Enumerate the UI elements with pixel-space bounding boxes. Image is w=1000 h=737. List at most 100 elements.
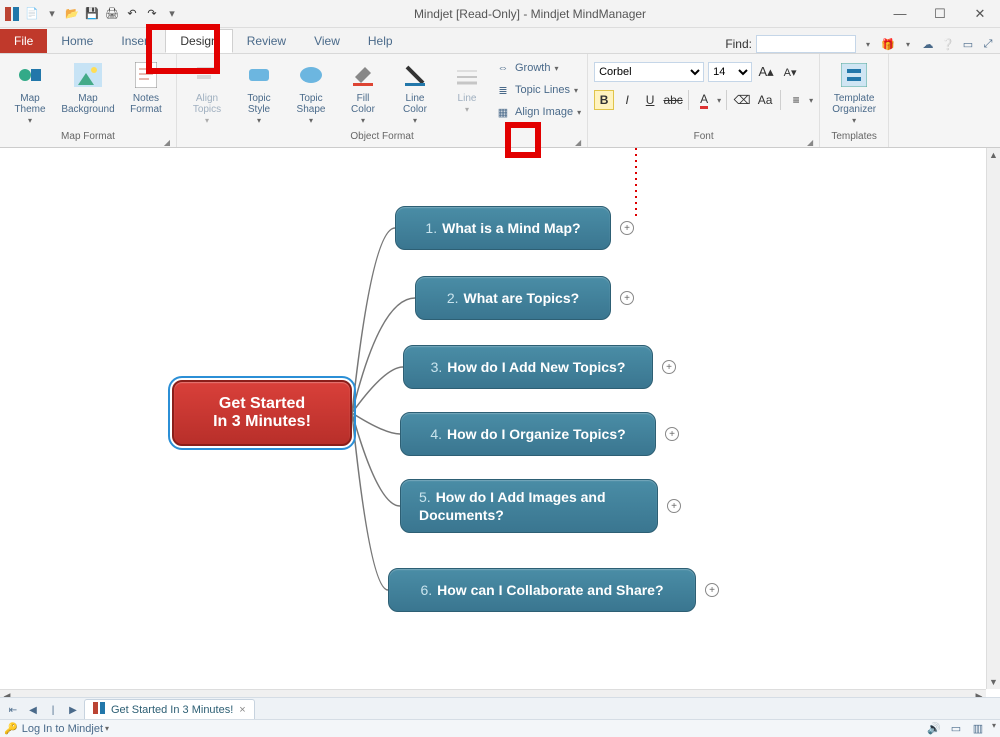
case-button[interactable]: Aa xyxy=(755,90,775,110)
topic-3[interactable]: 3.How do I Add New Topics? xyxy=(403,345,653,389)
topic-style-button[interactable]: TopicStyle▾ xyxy=(235,58,283,126)
tab-help[interactable]: Help xyxy=(354,29,407,53)
notes-format-button[interactable]: NotesFormat xyxy=(122,58,170,115)
align-image-icon: ▦ xyxy=(495,104,511,120)
align-image-button[interactable]: ▦Align Image▾ xyxy=(495,102,581,122)
cloud-icon[interactable]: ☁ xyxy=(920,36,936,52)
tab-design[interactable]: Design xyxy=(165,29,232,53)
line-button[interactable]: Line▾ xyxy=(443,58,491,115)
document-tab[interactable]: Get Started In 3 Minutes! × xyxy=(84,699,255,719)
qat-dropdown-icon[interactable]: ▾ xyxy=(164,6,180,22)
font-launcher[interactable]: ◢ xyxy=(807,138,813,147)
clear-format-button[interactable]: ⌫ xyxy=(732,90,752,110)
minimize-button[interactable]: — xyxy=(880,0,920,28)
align-button[interactable]: ≡ xyxy=(786,90,806,110)
doctab-label: Get Started In 3 Minutes! xyxy=(111,704,233,716)
tab-view[interactable]: View xyxy=(300,29,354,53)
topic-5[interactable]: 5.How do I Add Images and Documents? xyxy=(400,479,658,533)
font-color-dd[interactable]: ▾ xyxy=(717,96,721,105)
grow-font-icon[interactable]: A▴ xyxy=(756,62,776,82)
separator xyxy=(780,90,781,110)
status-book-icon[interactable]: ▥ xyxy=(970,721,986,737)
line-color-button[interactable]: LineColor▾ xyxy=(391,58,439,126)
scroll-up-icon[interactable]: ▲ xyxy=(987,148,1000,162)
tab-nav-first[interactable]: ⇤ xyxy=(4,701,22,719)
maximize-button[interactable]: ☐ xyxy=(920,0,960,28)
scroll-down-icon[interactable]: ▼ xyxy=(987,675,1000,689)
font-name-select[interactable]: Corbel xyxy=(594,62,704,82)
map-background-button[interactable]: MapBackground xyxy=(58,58,118,115)
tab-nav-next[interactable]: ▶ xyxy=(64,701,82,719)
topic-2[interactable]: 2.What are Topics? xyxy=(415,276,611,320)
collapse-ribbon-icon[interactable]: ▭ xyxy=(960,36,976,52)
template-organizer-button[interactable]: TemplateOrganizer▾ xyxy=(826,58,882,126)
italic-button[interactable]: I xyxy=(617,90,637,110)
expand-icon[interactable]: ⤢ xyxy=(980,36,996,52)
underline-button[interactable]: U xyxy=(640,90,660,110)
new-map-icon[interactable]: 📄 xyxy=(24,6,40,22)
topic-6[interactable]: 6.How can I Collaborate and Share? xyxy=(388,568,696,612)
object-format-launcher[interactable]: ◢ xyxy=(575,138,581,147)
tab-insert[interactable]: Insert xyxy=(107,29,165,53)
close-tab-icon[interactable]: × xyxy=(239,704,245,716)
tab-review[interactable]: Review xyxy=(233,29,300,53)
expander-6[interactable]: + xyxy=(705,583,719,597)
find-dropdown-icon[interactable]: ▾ xyxy=(860,36,876,52)
group-map-format: MapTheme▾ MapBackground NotesFormat Map … xyxy=(0,54,177,147)
status-sound-icon[interactable]: 🔊 xyxy=(926,721,942,737)
gift-dd[interactable]: ▾ xyxy=(900,36,916,52)
topic-shape-button[interactable]: TopicShape▾ xyxy=(287,58,335,126)
ribbon: MapTheme▾ MapBackground NotesFormat Map … xyxy=(0,54,1000,148)
fill-color-button[interactable]: FillColor▾ xyxy=(339,58,387,126)
print-icon[interactable]: 🖨 xyxy=(104,6,120,22)
new-dropdown-icon[interactable]: ▾ xyxy=(44,6,60,22)
map-theme-button[interactable]: MapTheme▾ xyxy=(6,58,54,126)
topic-1[interactable]: 1.What is a Mind Map? xyxy=(395,206,611,250)
save-icon[interactable]: 💾 xyxy=(84,6,100,22)
quick-access-toolbar: 📄 ▾ 📂 💾 🖨 ↶ ↷ ▾ xyxy=(0,6,180,22)
central-line2: In 3 Minutes! xyxy=(213,413,311,431)
status-layout-icon[interactable]: ▭ xyxy=(948,721,964,737)
tab-home[interactable]: Home xyxy=(47,29,107,53)
central-topic[interactable]: Get Started In 3 Minutes! xyxy=(172,380,352,446)
find-input[interactable] xyxy=(756,35,856,53)
align-topics-button[interactable]: AlignTopics▾ xyxy=(183,58,231,126)
expander-4[interactable]: + xyxy=(665,427,679,441)
undo-icon[interactable]: ↶ xyxy=(124,6,140,22)
help-icon[interactable]: ❔ xyxy=(940,36,956,52)
close-button[interactable]: ✕ xyxy=(960,0,1000,28)
topic-4[interactable]: 4.How do I Organize Topics? xyxy=(400,412,656,456)
tab-nav-prev[interactable]: ◀ xyxy=(24,701,42,719)
font-size-select[interactable]: 14 xyxy=(708,62,752,82)
font-color-button[interactable]: A xyxy=(694,90,714,110)
login-link[interactable]: Log In to Mindjet xyxy=(22,723,103,735)
redo-icon[interactable]: ↷ xyxy=(144,6,160,22)
strike-button[interactable]: abc xyxy=(663,90,683,110)
expander-5[interactable]: + xyxy=(667,499,681,513)
group-templates: TemplateOrganizer▾ Templates xyxy=(820,54,889,147)
group-font-label: Font xyxy=(694,131,714,142)
app-icon xyxy=(4,6,20,22)
tab-file[interactable]: File xyxy=(0,29,47,53)
growth-button[interactable]: ⇔Growth▾ xyxy=(495,58,581,78)
line-icon xyxy=(452,60,482,90)
status-dd[interactable]: ▾ xyxy=(992,721,996,737)
open-icon[interactable]: 📂 xyxy=(64,6,80,22)
login-dd[interactable]: ▾ xyxy=(105,724,109,733)
notes-icon xyxy=(131,60,161,90)
expander-1[interactable]: + xyxy=(620,221,634,235)
mindmap-canvas[interactable]: Get Started In 3 Minutes! 1.What is a Mi… xyxy=(0,148,1000,689)
group-map-format-label: Map Format xyxy=(61,131,115,142)
align-dd[interactable]: ▾ xyxy=(809,96,813,105)
canvas-viewport[interactable]: Get Started In 3 Minutes! 1.What is a Mi… xyxy=(0,148,1000,689)
object-mini-stack: ⇔Growth▾ ≣Topic Lines▾ ▦Align Image▾ xyxy=(495,58,581,122)
shrink-font-icon[interactable]: A▾ xyxy=(780,62,800,82)
bold-button[interactable]: B xyxy=(594,90,614,110)
gift-icon[interactable]: 🎁 xyxy=(880,36,896,52)
vertical-scrollbar[interactable]: ▲ ▼ xyxy=(986,148,1000,689)
topic-lines-icon: ≣ xyxy=(495,82,511,98)
map-format-launcher[interactable]: ◢ xyxy=(164,138,170,147)
expander-3[interactable]: + xyxy=(662,360,676,374)
topic-lines-button[interactable]: ≣Topic Lines▾ xyxy=(495,80,581,100)
expander-2[interactable]: + xyxy=(620,291,634,305)
